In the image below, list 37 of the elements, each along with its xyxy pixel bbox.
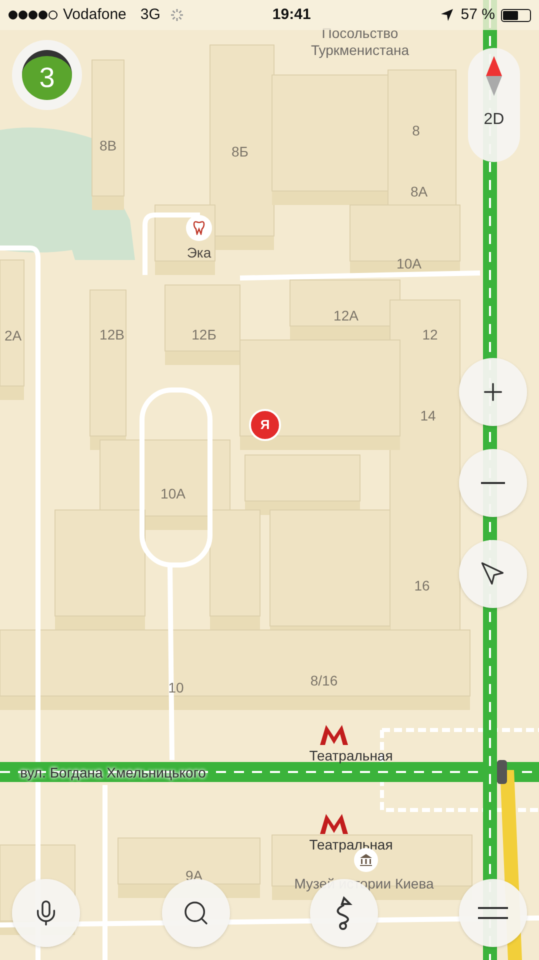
compass-icon[interactable] [486,56,502,96]
metro-icon [320,725,348,745]
embassy-label: Посольство Туркменистана [310,25,410,59]
house-number: 8В [99,136,117,156]
metro-station-label: Театральная [309,746,393,766]
clock-time: 19:41 [272,4,311,25]
house-number: 12 [422,326,438,344]
house-number: 10 [168,678,184,698]
navigation-arrow-icon [480,561,506,587]
signal-icon [8,10,58,20]
network-type: 3G [140,4,160,25]
view-mode-button[interactable]: 2D [484,108,504,132]
house-number: 8 [412,122,420,140]
house-number: 12Б [192,326,216,344]
metro-station-label: Театральная [309,836,393,854]
house-number: 8/16 [310,672,338,690]
house-number: 10А [160,484,186,504]
house-number: 12В [100,326,124,344]
house-number: 8А [410,182,428,202]
dentist-label: Эка [186,244,212,262]
house-number: 9А [185,866,203,886]
location-arrow-icon [440,9,453,21]
loading-spinner-icon [170,8,184,22]
minus-icon [481,482,505,484]
house-number: 8Б [232,142,248,162]
search-icon [182,899,210,927]
house-number: 10А [396,254,422,274]
house-number: 12А [334,306,358,326]
house-number: 16 [414,576,430,596]
battery-icon [501,8,531,22]
house-number: 2А [4,326,22,346]
battery-percent: 57 % [460,4,495,25]
carrier-name: Vodafone [63,4,126,25]
house-number: 14 [420,406,436,426]
metro-icon [320,814,348,834]
menu-icon [478,906,508,920]
traffic-light [497,760,507,784]
